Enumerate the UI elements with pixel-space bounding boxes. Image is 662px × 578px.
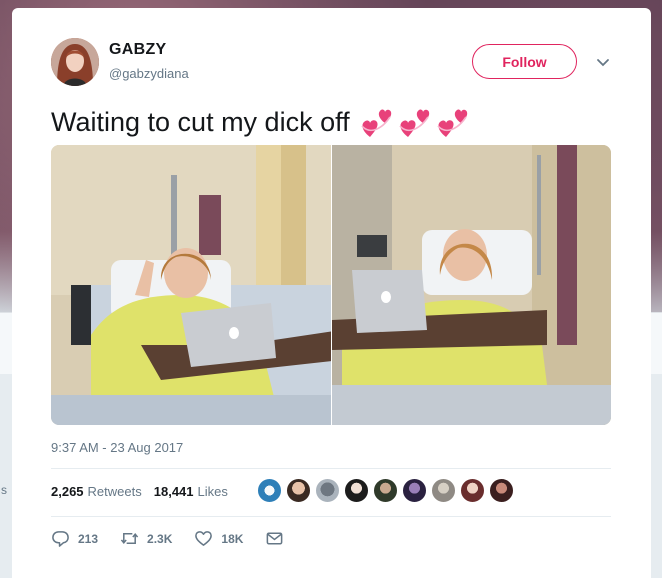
message-action[interactable]: [265, 529, 292, 548]
tweet-card: GABZY @gabzydiana Follow Waiting to cut …: [12, 8, 651, 578]
tweet-timestamp[interactable]: 9:37 AM - 23 Aug 2017: [51, 440, 183, 455]
follow-button[interactable]: Follow: [472, 44, 577, 79]
like-action[interactable]: 18K: [194, 529, 243, 548]
retweet-icon: [120, 532, 139, 545]
reply-action[interactable]: 213: [51, 529, 98, 548]
retweet-action[interactable]: 2.3K: [120, 529, 172, 548]
tweet-photo[interactable]: [51, 145, 331, 425]
envelope-icon: [267, 532, 283, 545]
engagement-stats: 2,265 Retweets 18,441 Likes: [51, 484, 240, 499]
avatar[interactable]: [257, 478, 282, 503]
like-count: 18K: [221, 531, 244, 546]
avatar[interactable]: [51, 38, 99, 86]
reply-count: 213: [78, 531, 99, 546]
retweets-stat[interactable]: 2,265 Retweets: [51, 484, 142, 499]
avatar[interactable]: [402, 478, 427, 503]
two-hearts-icon: [437, 109, 467, 137]
divider: [51, 516, 611, 517]
tweet-text-content: Waiting to cut my dick off: [51, 106, 350, 137]
tweet-actions: 213 2.3K 18K: [51, 529, 314, 548]
likes-stat[interactable]: 18,441 Likes: [154, 484, 228, 499]
retweets-label: Retweets: [87, 484, 142, 499]
avatar[interactable]: [344, 478, 369, 503]
avatar[interactable]: [315, 478, 340, 503]
retweet-count: 2.3K: [147, 531, 173, 546]
reply-icon: [52, 531, 69, 547]
author-handle[interactable]: @gabzydiana: [109, 66, 189, 81]
avatar[interactable]: [489, 478, 514, 503]
likes-label: Likes: [197, 484, 228, 499]
avatar-image: [51, 38, 99, 86]
avatar[interactable]: [286, 478, 311, 503]
divider: [51, 468, 611, 469]
two-hearts-icon: [399, 109, 429, 137]
avatar[interactable]: [373, 478, 398, 503]
retweets-count: 2,265: [51, 484, 84, 499]
emoji-row: [360, 105, 472, 139]
author-name[interactable]: GABZY: [109, 41, 167, 59]
chevron-down-icon[interactable]: [594, 56, 612, 70]
likes-count: 18,441: [153, 484, 194, 499]
two-hearts-icon: [361, 109, 391, 137]
avatar[interactable]: [460, 478, 485, 503]
tweet-photo[interactable]: [332, 145, 611, 425]
tweet-text: Waiting to cut my dick off: [51, 105, 472, 139]
backdrop-text: s: [1, 483, 7, 497]
hospital-bed-photo-right: [332, 145, 611, 425]
likers-avatars: [257, 478, 514, 503]
avatar[interactable]: [431, 478, 456, 503]
tweet-media: [51, 145, 611, 425]
heart-icon: [195, 531, 213, 546]
hospital-bed-photo-left: [51, 145, 331, 425]
